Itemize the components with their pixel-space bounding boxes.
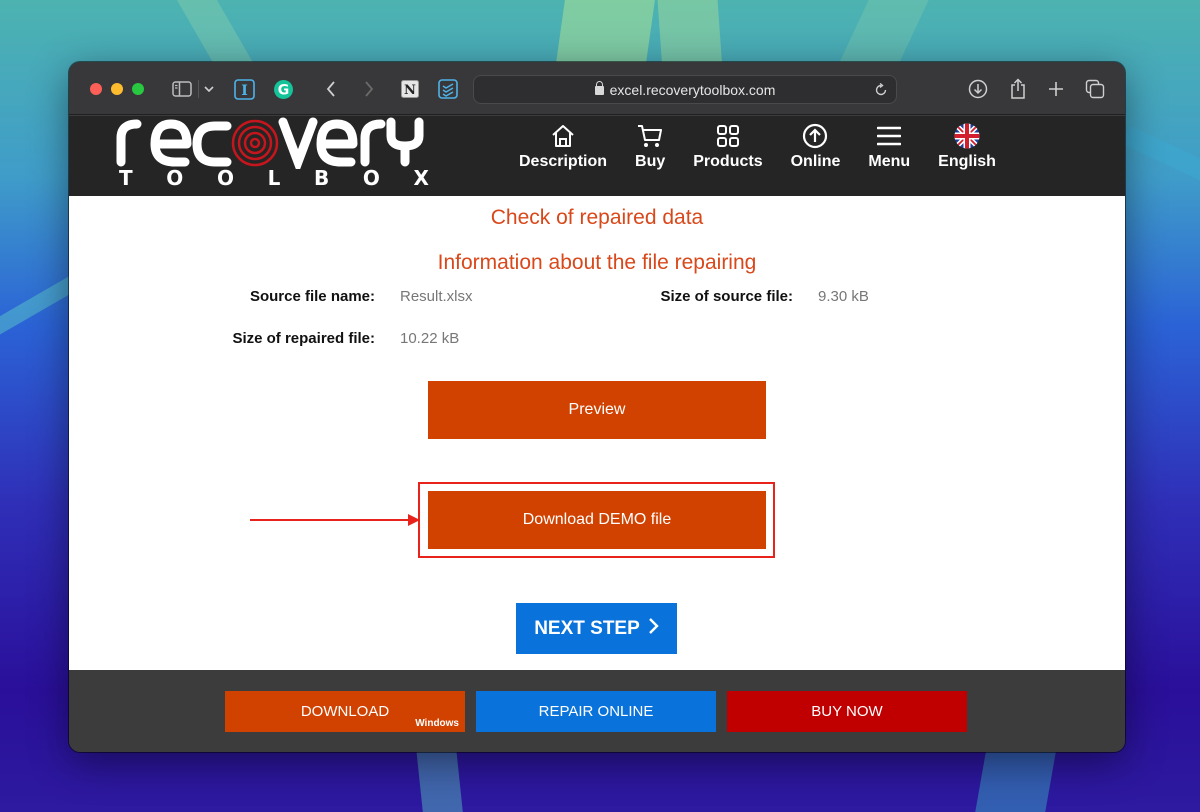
url-text: excel.recoverytoolbox.com: [474, 81, 896, 98]
close-window-button[interactable]: [90, 83, 102, 95]
logo-wordmark: [116, 117, 424, 169]
main-nav: Description Buy Products Online Menu Eng…: [519, 122, 1024, 171]
uk-flag-icon: [954, 122, 980, 150]
nav-label: Products: [693, 153, 763, 170]
repaired-file-size-value: 10.22 kB: [400, 330, 460, 347]
nav-online[interactable]: Online: [790, 122, 841, 171]
logo-target-icon: [231, 119, 279, 167]
next-step-button[interactable]: NEXT STEP: [516, 603, 677, 654]
nav-label: Buy: [635, 153, 666, 170]
toolbar-divider: [198, 80, 199, 98]
logo-letter: O: [216, 166, 234, 190]
hamburger-icon: [877, 122, 902, 150]
nav-products[interactable]: Products: [693, 122, 763, 171]
logo-letter: B: [314, 166, 330, 190]
notion-icon[interactable]: N: [398, 77, 422, 101]
back-icon[interactable]: [321, 77, 341, 101]
repaired-file-size-label: Size of repaired file:: [232, 330, 375, 347]
nav-language[interactable]: English: [938, 122, 996, 171]
download-label: DOWNLOAD: [300, 703, 390, 720]
wallpaper-ray: [416, 750, 464, 812]
site-header: T O O L B O X Description Buy Products O…: [69, 116, 1125, 196]
cart-icon: [636, 122, 664, 150]
minimize-window-button[interactable]: [111, 83, 123, 95]
preview-button[interactable]: Preview: [428, 381, 766, 439]
nav-label: English: [938, 153, 996, 170]
download-windows-button[interactable]: DOWNLOAD Windows: [225, 691, 465, 732]
download-icon[interactable]: [967, 77, 989, 101]
lock-icon: [594, 81, 604, 95]
instapaper-icon[interactable]: I: [232, 77, 256, 101]
logo-letter: L: [267, 166, 281, 190]
download-demo-button[interactable]: Download DEMO file: [428, 491, 766, 549]
nav-menu[interactable]: Menu: [868, 122, 910, 171]
wallpaper-ray: [1121, 125, 1200, 195]
source-file-name-label: Source file name:: [249, 288, 375, 305]
wallpaper-ray: [973, 750, 1057, 812]
source-file-size-label: Size of source file:: [660, 288, 793, 305]
repair-online-button[interactable]: REPAIR ONLINE: [476, 691, 716, 732]
chevron-down-icon[interactable]: [202, 77, 216, 101]
logo-letter: T: [119, 166, 133, 190]
forward-icon[interactable]: [359, 77, 379, 101]
nav-label: Description: [519, 153, 608, 170]
cta-footer: DOWNLOAD Windows REPAIR ONLINE BUY NOW: [69, 670, 1125, 752]
main-content: Check of repaired data Information about…: [69, 196, 1125, 670]
logo-letter: O: [362, 166, 380, 190]
logo-toolbox-text: T O O L B O X: [119, 166, 429, 190]
browser-window: I G N excel.recoverytoolbox.com T O O L …: [69, 62, 1125, 752]
nav-description[interactable]: Description: [519, 122, 607, 171]
section-subtitle: Information about the file repairing: [437, 251, 757, 274]
upload-circle-icon: [802, 122, 828, 150]
todoist-icon[interactable]: [436, 77, 460, 101]
nav-label: Menu: [868, 153, 911, 170]
url-value: excel.recoverytoolbox.com: [609, 82, 776, 98]
nav-label: Online: [790, 153, 841, 170]
recovery-toolbox-logo[interactable]: T O O L B O X: [115, 116, 435, 196]
new-tab-icon[interactable]: [1045, 77, 1067, 101]
buy-now-button[interactable]: BUY NOW: [727, 691, 967, 732]
sidebar-icon[interactable]: [170, 77, 194, 101]
svg-text:N: N: [404, 83, 416, 98]
svg-text:I: I: [241, 83, 248, 99]
logo-letter: O: [166, 166, 184, 190]
source-file-name-value: Result.xlsx: [400, 288, 473, 305]
annotation-arrow-head: [408, 514, 420, 526]
browser-toolbar: I G N excel.recoverytoolbox.com: [69, 62, 1125, 115]
home-icon: [550, 122, 576, 150]
tabs-overview-icon[interactable]: [1084, 77, 1106, 101]
annotation-arrow: [250, 519, 410, 521]
svg-text:G: G: [277, 82, 289, 98]
reload-icon[interactable]: [874, 82, 888, 102]
chevron-right-icon: [648, 617, 659, 641]
nav-buy[interactable]: Buy: [635, 122, 665, 171]
grid-icon: [716, 122, 740, 150]
next-step-label: NEXT STEP: [534, 617, 640, 639]
grammarly-icon[interactable]: G: [271, 77, 295, 101]
share-icon[interactable]: [1007, 77, 1029, 101]
address-bar[interactable]: excel.recoverytoolbox.com: [473, 75, 897, 104]
download-platform-label: Windows: [415, 718, 459, 729]
logo-letter: X: [413, 166, 429, 190]
page-title: Check of repaired data: [490, 206, 704, 229]
zoom-window-button[interactable]: [132, 83, 144, 95]
source-file-size-value: 9.30 kB: [818, 288, 869, 305]
